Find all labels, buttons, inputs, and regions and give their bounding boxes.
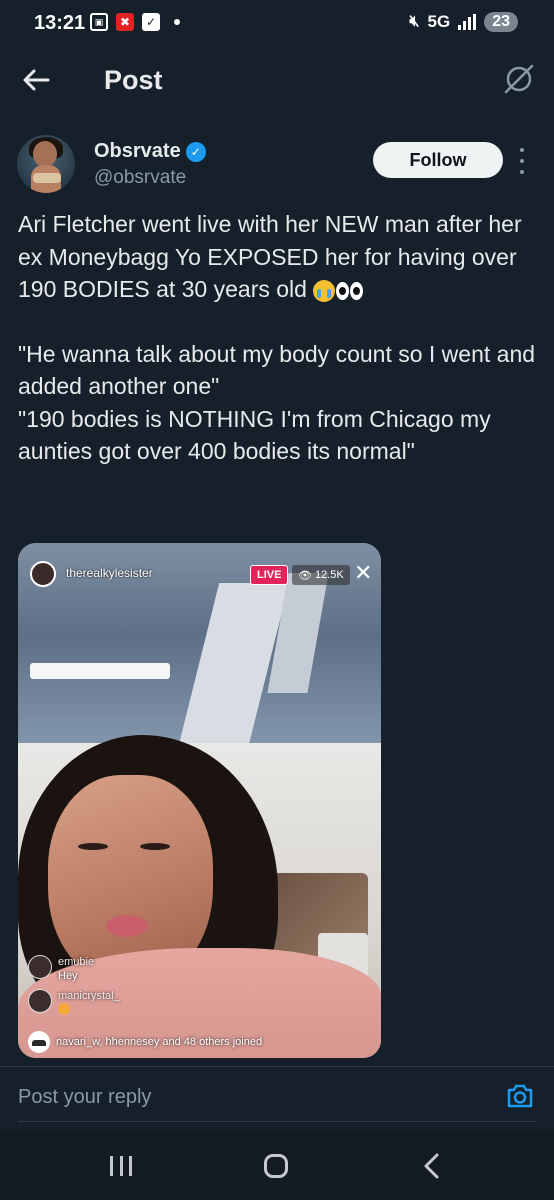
follow-button[interactable]: Follow <box>373 142 503 178</box>
author-name: Obsrvate <box>94 140 181 162</box>
back-button[interactable] <box>22 62 62 98</box>
grok-glyph-icon <box>504 64 534 94</box>
screenshot-icon: ▣ <box>90 13 108 31</box>
close-icon: ✕ <box>354 560 373 585</box>
status-notification-icons: ▣ ✖ ✓ <box>90 13 180 31</box>
viewer-count: 👁︎ 12.5K <box>292 565 350 585</box>
eyes-emoji-icon <box>350 281 364 300</box>
camera-icon[interactable] <box>505 1082 535 1110</box>
chevron-left-icon <box>424 1153 439 1179</box>
viewer-count-value: 12.5K <box>314 569 344 581</box>
more-notifications-dot-icon <box>174 19 180 25</box>
author-name-row[interactable]: Obsrvate ✓ <box>94 140 206 163</box>
status-time: 13:21 <box>34 12 86 34</box>
comment-avatar <box>28 955 52 979</box>
camera-glyph-icon <box>507 1084 533 1108</box>
arrow-left-icon <box>23 69 50 91</box>
live-username: therealkylesister <box>66 566 153 580</box>
reply-input[interactable] <box>18 1082 478 1112</box>
reply-underline <box>18 1121 536 1122</box>
post-media-image[interactable]: therealkylesister LIVE 👁︎ 12.5K ✕ emubie… <box>18 543 381 1058</box>
live-user-avatar <box>30 561 56 587</box>
loudly-crying-face-emoji-icon <box>313 279 336 302</box>
post-paragraph: Ari Fletcher went live with her NEW man … <box>18 208 538 306</box>
joined-text: navari_w, hhennesey and 48 others joined <box>56 1036 263 1048</box>
network-label: 5G <box>427 12 451 31</box>
emoji-group <box>313 279 364 302</box>
comment-avatar <box>28 989 52 1013</box>
post-body: Ari Fletcher went live with her NEW man … <box>18 208 538 468</box>
live-comment: manicrystal_ <box>28 989 120 1019</box>
post-author: Obsrvate ✓ @obsrvate Follow <box>0 130 554 200</box>
smiling-emoji-icon <box>58 1003 70 1015</box>
comment-text: Hey <box>58 970 78 982</box>
live-badge: LIVE <box>250 565 289 585</box>
check-notification-icon: ✓ <box>142 13 160 31</box>
page-title: Post <box>104 65 163 95</box>
live-comment: emubie Hey <box>28 955 94 983</box>
eye-icon: 👁︎ <box>298 569 312 582</box>
home-icon[interactable] <box>264 1154 288 1178</box>
status-bar: 13:21 ▣ ✖ ✓ 🔇︎ 5G 23 <box>0 0 554 52</box>
verified-badge-icon: ✓ <box>185 141 206 162</box>
post-quote-1: "He wanna talk about my body count so I … <box>18 340 536 400</box>
mute-icon: 🔇︎ <box>409 13 420 30</box>
more-options-icon[interactable] <box>514 148 530 174</box>
app-notification-icon: ✖ <box>116 13 134 31</box>
post-text-line: Ari Fletcher went live with her NEW man … <box>18 211 522 302</box>
reply-divider <box>0 1066 554 1067</box>
grok-icon[interactable] <box>502 62 536 96</box>
post-header: Post <box>0 52 554 110</box>
system-nav-bar <box>0 1130 554 1200</box>
comment-username: manicrystal_ <box>58 990 120 1002</box>
nav-back-icon[interactable] <box>420 1152 444 1180</box>
joined-user-avatar <box>28 1031 50 1053</box>
recent-apps-icon[interactable] <box>110 1156 132 1176</box>
live-stream-header: therealkylesister LIVE 👁︎ 12.5K ✕ <box>30 560 375 589</box>
eyes-emoji-icon <box>336 281 350 300</box>
comment-username: emubie <box>58 956 95 968</box>
signal-icon <box>458 14 477 30</box>
author-handle[interactable]: @obsrvate <box>94 167 186 189</box>
battery-indicator: 23 <box>484 12 518 32</box>
joined-notice: navari_w, hhennesey and 48 others joined <box>28 1031 368 1053</box>
author-avatar[interactable] <box>17 135 75 193</box>
post-quote-2: "190 bodies is NOTHING I'm from Chicago … <box>18 405 491 465</box>
status-system-icons: 🔇︎ 5G 23 <box>409 12 518 32</box>
